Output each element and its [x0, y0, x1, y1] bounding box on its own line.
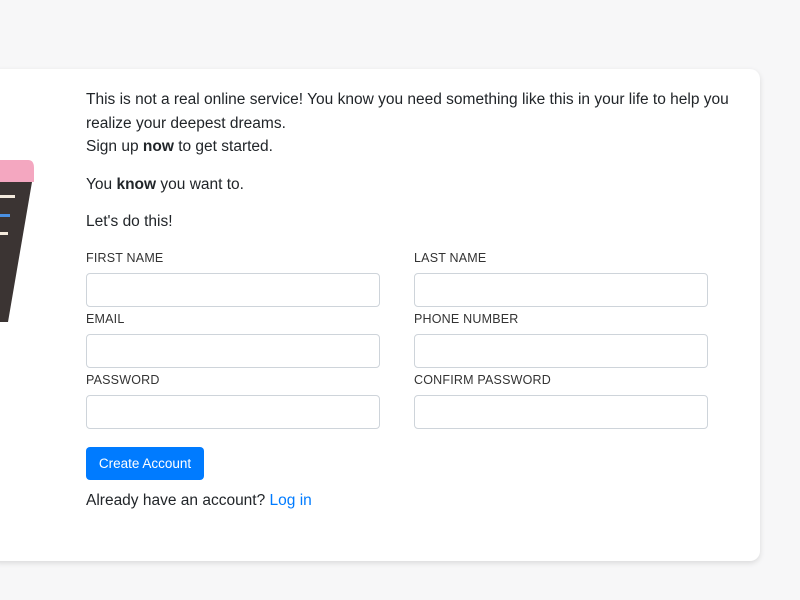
- first-name-field: FIRST NAME: [86, 249, 382, 307]
- email-input[interactable]: [86, 334, 380, 368]
- email-field: EMAIL: [86, 310, 382, 368]
- intro-signup-pre: Sign up: [86, 138, 143, 155]
- confirm-password-label: CONFIRM PASSWORD: [414, 373, 551, 387]
- password-field: PASSWORD: [86, 371, 382, 429]
- confirm-password-input[interactable]: [414, 395, 708, 429]
- intro-signup-bold: now: [142, 138, 174, 155]
- password-input[interactable]: [86, 395, 380, 429]
- intro-line: This is not a real online service! You k…: [86, 91, 729, 132]
- last-name-label: LAST NAME: [414, 251, 487, 265]
- login-prompt: Already have an account? Log in: [86, 489, 312, 512]
- phone-input[interactable]: [414, 334, 708, 368]
- phone-field: PHONE NUMBER: [414, 310, 710, 368]
- intro-section: This is not a real online service! You k…: [86, 88, 746, 233]
- know-bold: know: [116, 175, 157, 193]
- confirm-password-field: CONFIRM PASSWORD: [414, 371, 710, 429]
- lets-do-this-text: Let's do this!: [86, 212, 173, 230]
- illustration-image: [0, 160, 34, 322]
- create-account-button[interactable]: Create Account: [86, 447, 204, 480]
- first-name-input[interactable]: [86, 273, 380, 307]
- email-label: EMAIL: [86, 312, 125, 326]
- first-name-label: FIRST NAME: [86, 251, 164, 265]
- login-link[interactable]: Log in: [270, 492, 312, 509]
- phone-label: PHONE NUMBER: [414, 312, 519, 326]
- last-name-field: LAST NAME: [414, 249, 710, 307]
- know-pre: You: [86, 175, 117, 193]
- password-label: PASSWORD: [86, 373, 160, 387]
- know-post: you want to.: [156, 175, 244, 193]
- know-paragraph: You know you want to.: [86, 173, 746, 196]
- last-name-input[interactable]: [414, 273, 708, 307]
- intro-signup-post: to get started.: [173, 138, 273, 155]
- login-prompt-text: Already have an account?: [86, 492, 270, 509]
- intro-text: This is not a real online service! You k…: [86, 88, 746, 159]
